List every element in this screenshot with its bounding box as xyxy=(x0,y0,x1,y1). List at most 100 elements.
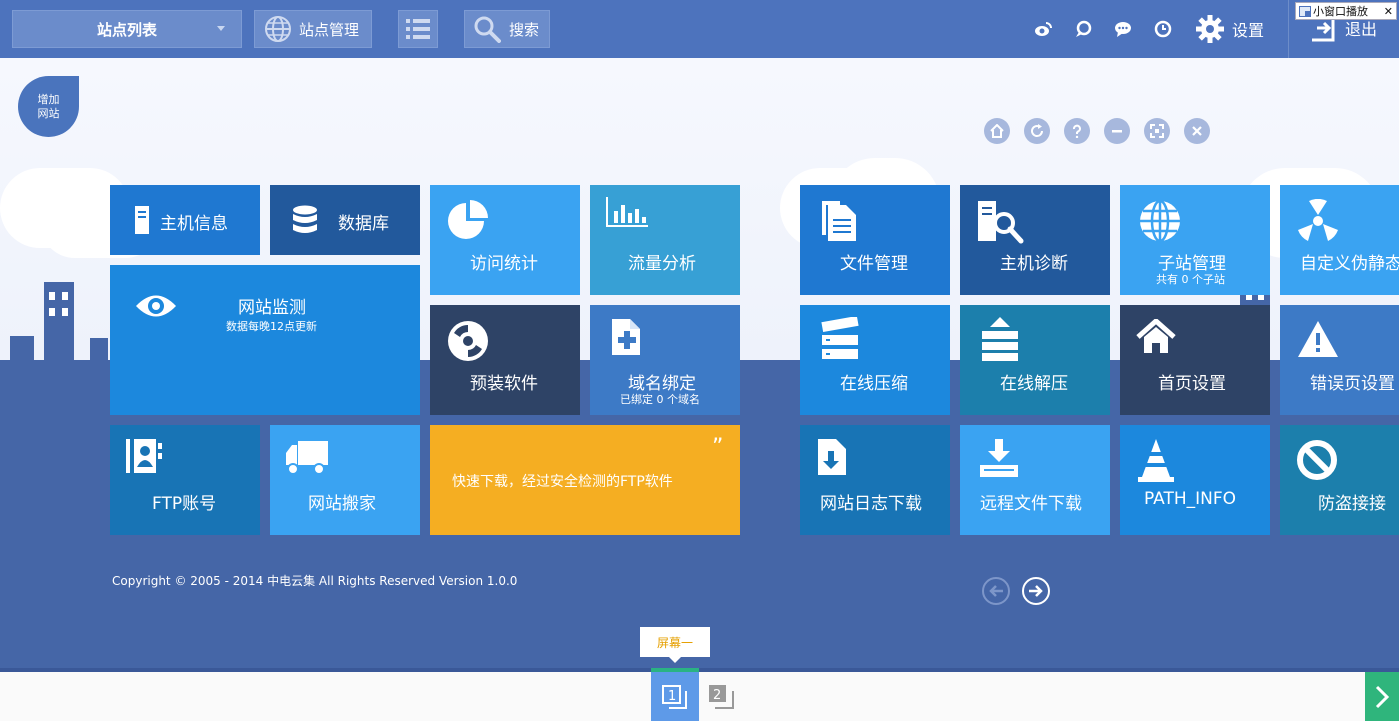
quote-mark: ” xyxy=(712,435,724,460)
truck-icon xyxy=(286,441,328,475)
close-control-button[interactable] xyxy=(1184,118,1210,144)
tile-domain-bind-sub: 已绑定 0 个域名 xyxy=(620,393,700,406)
tile-traffic[interactable]: 流量分析 xyxy=(590,185,740,295)
close-icon xyxy=(1192,126,1202,136)
tile-preinstall[interactable]: 预装软件 xyxy=(430,305,580,415)
window-icon xyxy=(1299,5,1311,17)
refresh-control-button[interactable] xyxy=(1024,118,1050,144)
tile-file-manager-label: 文件管理 xyxy=(840,254,908,274)
tile-hotlink-protection[interactable]: 防盗接接 xyxy=(1280,425,1399,535)
warning-icon xyxy=(1298,321,1338,357)
tile-preinstall-label: 预装软件 xyxy=(470,374,538,394)
bar-chart-icon xyxy=(606,197,648,227)
message-icon[interactable] xyxy=(1114,20,1132,38)
page-2-icon: 2 xyxy=(709,685,734,709)
tile-remote-download[interactable]: 远程文件下载 xyxy=(960,425,1110,535)
search-label: 搜索 xyxy=(509,20,540,39)
tile-path-info-label: PATH_INFO xyxy=(1144,489,1237,509)
database-icon xyxy=(293,205,317,233)
compress-icon xyxy=(821,317,859,359)
mini-window-label: 小窗口播放 xyxy=(1313,5,1368,18)
top-toolbar: 站点列表 站点管理 搜索 设置 退出 小窗口播放 ✕ xyxy=(0,0,1399,58)
site-manage-button[interactable]: 站点管理 xyxy=(254,10,372,48)
tile-home-settings[interactable]: 首页设置 xyxy=(1120,305,1270,415)
tile-host-info[interactable]: 主机信息 xyxy=(110,185,260,255)
tile-pseudo-static[interactable]: 自定义伪静态 xyxy=(1280,185,1399,295)
close-icon[interactable]: ✕ xyxy=(1384,5,1393,18)
settings-button[interactable]: 设置 xyxy=(1196,14,1264,44)
tile-database-label: 数据库 xyxy=(338,214,389,234)
server-search-icon xyxy=(978,201,1024,244)
search-button[interactable]: 搜索 xyxy=(464,10,550,48)
next-screen-button[interactable] xyxy=(1365,672,1399,721)
tile-ftp-account[interactable]: FTP账号 xyxy=(110,425,260,535)
tile-site-move[interactable]: 网站搬家 xyxy=(270,425,420,535)
tile-online-decompress[interactable]: 在线解压 xyxy=(960,305,1110,415)
pie-chart-icon xyxy=(448,200,488,239)
arrow-right-icon xyxy=(1029,585,1043,597)
tile-hotlink-protection-label: 防盗接接 xyxy=(1318,494,1386,514)
tile-log-download-label: 网站日志下载 xyxy=(820,494,922,514)
tile-site-monitor-label: 网站监测 xyxy=(238,298,306,318)
server-icon xyxy=(135,206,149,234)
help-control-button[interactable] xyxy=(1064,118,1090,144)
tile-path-info[interactable]: PATH_INFO xyxy=(1120,425,1270,535)
page-1-button[interactable]: 1 xyxy=(651,668,699,721)
prev-page-button[interactable] xyxy=(982,577,1010,605)
tile-error-page-label: 错误页设置 xyxy=(1310,374,1395,394)
download-file-icon xyxy=(818,439,846,475)
tile-host-diagnosis[interactable]: 主机诊断 xyxy=(960,185,1110,295)
weibo-icon[interactable] xyxy=(1034,20,1052,38)
mini-window-popup[interactable]: 小窗口播放 ✕ xyxy=(1295,2,1397,20)
next-page-button[interactable] xyxy=(1022,577,1050,605)
chevron-right-icon xyxy=(1375,685,1390,708)
tile-ftp-account-label: FTP账号 xyxy=(152,494,217,514)
forbidden-icon xyxy=(1297,440,1337,480)
tile-log-download[interactable]: 网站日志下载 xyxy=(800,425,950,535)
gear-icon xyxy=(1196,15,1224,43)
tile-home-settings-label: 首页设置 xyxy=(1158,374,1226,394)
minimize-control-button[interactable] xyxy=(1104,118,1130,144)
tile-site-monitor[interactable]: 网站监测 数据每晚12点更新 xyxy=(110,265,420,415)
clock-icon[interactable] xyxy=(1154,20,1172,38)
home-control-button[interactable] xyxy=(984,118,1010,144)
chat-bubble-icon[interactable] xyxy=(1074,20,1092,38)
screen-tooltip: 屏幕一 xyxy=(640,627,710,663)
add-site-button[interactable]: 增加 网站 xyxy=(18,76,79,137)
tile-host-info-label: 主机信息 xyxy=(160,214,228,234)
copyright-text: Copyright © 2005 - 2014 中电云集 All Rights … xyxy=(112,574,518,588)
globe-icon xyxy=(1140,199,1180,243)
tile-file-manager[interactable]: 文件管理 xyxy=(800,185,950,295)
help-icon xyxy=(1073,124,1081,138)
refresh-icon xyxy=(1031,124,1044,137)
tile-error-page[interactable]: 错误页设置 xyxy=(1280,305,1399,415)
tile-subsite-manager[interactable]: 子站管理 共有 0 个子站 xyxy=(1120,185,1270,295)
tile-online-decompress-label: 在线解压 xyxy=(1000,374,1068,394)
traffic-cone-icon xyxy=(1138,439,1174,482)
menu-button[interactable] xyxy=(398,10,438,48)
tile-visit-stats[interactable]: 访问统计 xyxy=(430,185,580,295)
download-tray-icon xyxy=(980,439,1018,477)
tile-online-compress-label: 在线压缩 xyxy=(840,374,908,394)
chevron-down-icon xyxy=(217,26,225,31)
tile-traffic-label: 流量分析 xyxy=(628,254,696,274)
minimize-icon xyxy=(1112,130,1122,133)
page-2-button[interactable]: 2 xyxy=(706,682,738,712)
page-1-icon: 1 xyxy=(662,684,687,709)
fullscreen-control-button[interactable] xyxy=(1144,118,1170,144)
tile-domain-bind[interactable]: 域名绑定 已绑定 0 个域名 xyxy=(590,305,740,415)
tile-database[interactable]: 数据库 xyxy=(270,185,420,255)
tile-ftp-download[interactable]: 快速下载，经过安全检测的FTP软件 ” xyxy=(430,425,740,535)
list-icon xyxy=(406,19,430,39)
decompress-icon xyxy=(982,317,1018,361)
search-icon xyxy=(474,16,501,43)
tile-ftp-download-label: 快速下载，经过安全检测的FTP软件 xyxy=(452,474,673,490)
site-list-dropdown[interactable]: 站点列表 xyxy=(12,10,242,48)
disc-icon xyxy=(448,321,488,361)
tile-pseudo-static-label: 自定义伪静态 xyxy=(1300,254,1399,274)
page-2-number: 2 xyxy=(713,688,721,703)
bottom-pager-bar xyxy=(0,668,1399,721)
contact-book-icon xyxy=(126,439,162,473)
tile-online-compress[interactable]: 在线压缩 xyxy=(800,305,950,415)
tile-host-diagnosis-label: 主机诊断 xyxy=(1000,254,1068,274)
